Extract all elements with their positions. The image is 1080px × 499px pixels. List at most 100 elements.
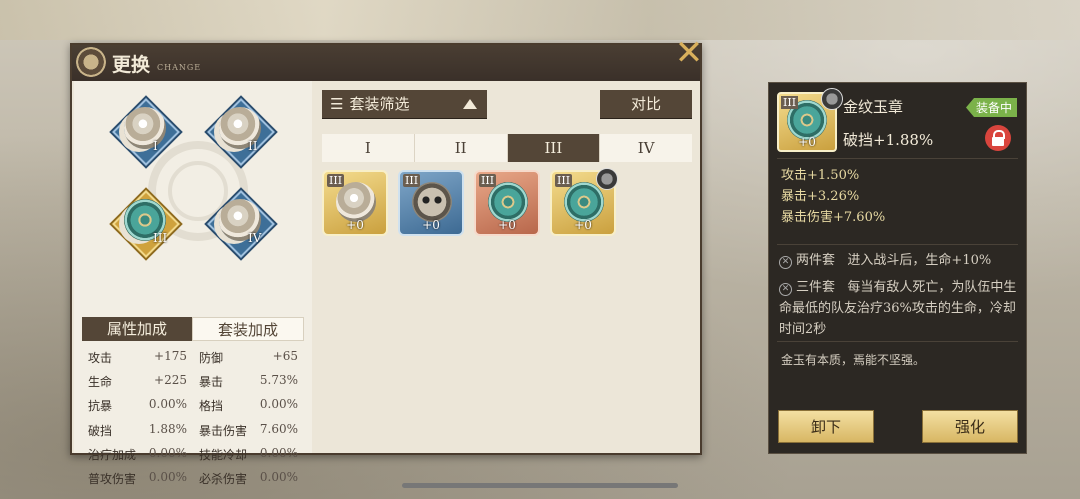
unequip-button[interactable]: 卸下 — [778, 410, 874, 443]
flavor-text: 金玉有本质，焉能不坚强。 — [781, 353, 926, 367]
detail-item-icon: III +0 — [777, 88, 843, 152]
stat-value: 5.73% — [259, 372, 298, 387]
stat-cell: 普攻伤害 0.00% — [82, 470, 193, 487]
item-grid: III +0 III +0 III +0 III +0 — [322, 168, 618, 236]
stat-row: 治疗加成 0.00% 技能冷却 0.00% — [82, 442, 304, 466]
page-subtitle: CHANGE — [157, 63, 202, 72]
tier-tabs: I II III IV — [322, 134, 692, 162]
character-avatar-icon — [596, 168, 618, 190]
stat-cell: 格挡 0.00% — [193, 397, 304, 414]
item-level: +0 — [498, 218, 516, 232]
item-card[interactable]: III +0 — [322, 170, 388, 236]
emblem-icon — [76, 47, 106, 77]
item-tier: III — [327, 174, 345, 187]
slot-numeral: II — [248, 139, 258, 153]
tab-tier-2[interactable]: II — [415, 134, 508, 162]
stat-label: 暴击伤害 — [199, 423, 248, 438]
slot-2[interactable]: II — [204, 95, 275, 166]
divider — [777, 244, 1018, 245]
stat-cell: 暴击 5.73% — [193, 373, 304, 390]
jade-seal-icon — [488, 182, 528, 222]
tab-tier-3[interactable]: III — [507, 134, 601, 162]
home-indicator[interactable] — [402, 483, 678, 488]
bonus-tabs: 属性加成 套装加成 — [82, 317, 304, 341]
item-detail-panel: III +0 金纹玉章 装备中 破挡+1.88% 攻击+1.50% 暴击+3.2… — [768, 82, 1027, 454]
stat-label: 格挡 — [199, 399, 224, 414]
slot-3[interactable]: III — [109, 187, 180, 258]
set-label: 两件套 — [796, 253, 836, 268]
divider — [777, 341, 1018, 342]
stat-label: 防御 — [199, 350, 224, 365]
stat-label: 破挡 — [88, 423, 113, 438]
stat-value: 0.00% — [259, 397, 298, 412]
item-tier: III — [479, 174, 497, 187]
enhance-button[interactable]: 强化 — [922, 410, 1018, 443]
main-stat: 破挡+1.88% — [843, 131, 934, 149]
stat-label: 普攻伤害 — [88, 472, 137, 487]
detail-tier: III — [781, 96, 799, 109]
stat-label: 生命 — [88, 374, 113, 389]
stat-cell: 治疗加成 0.00% — [82, 446, 193, 463]
detail-level: +0 — [798, 135, 816, 149]
shell-icon — [124, 107, 166, 149]
stat-label: 技能冷却 — [199, 447, 248, 462]
set-label: 三件套 — [796, 280, 836, 295]
stat-value: 0.00% — [259, 445, 298, 460]
stat-cell: 防御 +65 — [193, 349, 304, 366]
stat-label: 治疗加成 — [88, 447, 137, 462]
sub-stat: 暴击+3.26% — [781, 189, 860, 204]
tab-attribute-bonus[interactable]: 属性加成 — [82, 317, 192, 341]
stat-cell: 攻击 +175 — [82, 349, 193, 366]
sub-stat: 暴击伤害+7.60% — [781, 210, 886, 225]
slot-numeral: IV — [248, 231, 262, 245]
change-panel: 更换 CHANGE I II III IV 属性加成 套装加成 攻击 +175 … — [70, 43, 702, 486]
slot-4[interactable]: IV — [204, 187, 275, 258]
stat-value: +225 — [154, 372, 187, 387]
stat-value: 0.00% — [259, 470, 298, 485]
stat-value: 0.00% — [148, 445, 187, 460]
jade-seal-icon — [564, 182, 604, 222]
set-bonus-2: ✕ 两件套 进入战斗后，生命+10% — [779, 250, 1019, 271]
stat-cell: 抗暴 0.00% — [82, 397, 193, 414]
shell-icon — [336, 182, 376, 222]
stat-value: 0.00% — [148, 397, 187, 412]
mask-icon — [412, 182, 452, 222]
character-avatar-icon — [821, 88, 843, 110]
inactive-x-icon: ✕ — [779, 256, 792, 269]
triangle-up-icon — [463, 99, 477, 109]
panel-header: 更换 CHANGE — [72, 45, 700, 81]
slot-numeral: I — [153, 139, 158, 153]
item-card[interactable]: III +0 — [474, 170, 540, 236]
filter-label: 套装筛选 — [349, 95, 410, 113]
item-level: +0 — [574, 218, 592, 232]
set-filter-dropdown[interactable]: ☰ 套装筛选 — [322, 90, 487, 118]
item-level: +0 — [422, 218, 440, 232]
tab-tier-1[interactable]: I — [322, 134, 415, 162]
item-card[interactable]: III +0 — [398, 170, 464, 236]
stat-label: 必杀伤害 — [199, 472, 248, 487]
stat-value: 0.00% — [148, 470, 187, 485]
compare-button[interactable]: 对比 — [600, 90, 692, 118]
stat-label: 攻击 — [88, 350, 113, 365]
lock-icon[interactable] — [985, 125, 1011, 151]
stat-label: 暴击 — [199, 374, 224, 389]
item-tier: III — [555, 174, 573, 187]
slot-1[interactable]: I — [109, 95, 180, 166]
slot-numeral: III — [153, 231, 168, 245]
item-name: 金纹玉章 — [843, 98, 904, 116]
stat-value: 1.88% — [148, 421, 187, 436]
stat-row: 生命 +225 暴击 5.73% — [82, 369, 304, 393]
page-title: 更换 — [112, 54, 151, 76]
stat-row: 普攻伤害 0.00% 必杀伤害 0.00% — [82, 466, 304, 490]
stat-cell: 生命 +225 — [82, 373, 193, 390]
close-icon[interactable]: ✕ — [674, 36, 704, 72]
tab-tier-4[interactable]: IV — [600, 134, 692, 162]
divider — [777, 158, 1018, 159]
item-level: +0 — [346, 218, 364, 232]
stat-cell: 暴击伤害 7.60% — [193, 422, 304, 439]
tab-set-bonus[interactable]: 套装加成 — [192, 317, 304, 341]
sub-stat: 攻击+1.50% — [781, 168, 860, 183]
item-card[interactable]: III +0 — [550, 168, 618, 236]
inactive-x-icon: ✕ — [779, 283, 792, 296]
stat-cell: 技能冷却 0.00% — [193, 446, 304, 463]
